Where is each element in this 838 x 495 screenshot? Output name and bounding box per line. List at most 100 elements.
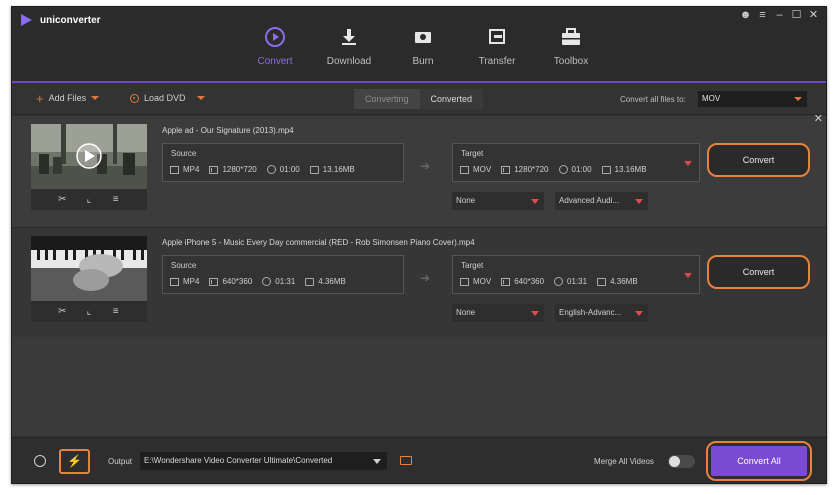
chevron-down-icon (794, 97, 802, 101)
tab-converting[interactable]: Converting (354, 89, 420, 109)
output-path-select[interactable]: E:\Wondershare Video Converter Ultimate\… (140, 452, 387, 470)
format-icon (170, 165, 179, 174)
file-list: ✂ ⌞ ≡ Apple ad - Our Signature (2013).mp… (12, 116, 826, 436)
subtitle-select[interactable]: None (452, 304, 544, 322)
burn-icon (410, 24, 436, 50)
convert-all-button[interactable]: Convert All (706, 441, 812, 481)
download-icon (336, 24, 362, 50)
arrow-right-icon: ➜ (420, 271, 431, 285)
target-title: Target (461, 149, 484, 158)
chevron-down-icon[interactable] (91, 96, 100, 100)
tab-convert[interactable]: Convert (238, 7, 312, 83)
chevron-down-icon (531, 311, 539, 316)
crop-icon[interactable]: ⌞ (82, 306, 96, 317)
folder-icon (597, 277, 607, 286)
close-icon[interactable]: ✕ (814, 112, 823, 125)
lightning-icon: ⚡ (67, 454, 82, 468)
source-title: Source (171, 149, 197, 158)
app-name: uniconverter (40, 14, 101, 26)
title-bar: uniconverter Convert Download Burn Trans… (12, 7, 826, 83)
resolution-icon (209, 277, 219, 286)
convert-button[interactable]: Convert (707, 143, 810, 177)
crop-icon[interactable]: ⌞ (82, 194, 96, 205)
tab-converted[interactable]: Converted (419, 89, 484, 109)
merge-toggle[interactable] (668, 455, 695, 468)
source-resolution: 1280*720 (222, 165, 257, 174)
merge-all-videos-label: Merge All Videos (594, 457, 654, 466)
alarm-clock-icon[interactable] (34, 455, 46, 467)
trim-icon[interactable]: ✂ (55, 194, 69, 205)
target-duration: 01:00 (571, 165, 592, 174)
user-icon[interactable]: ☻ (739, 9, 752, 22)
convert-button-label: Convert (712, 147, 805, 173)
audio-select[interactable]: Advanced Audi... (555, 192, 648, 210)
thumbnail-image[interactable] (31, 124, 147, 189)
source-format: MP4 (183, 165, 200, 174)
list-item: ✂ ⌞ ≡ Apple iPhone 5 - Music Every Day c… (12, 227, 826, 337)
high-speed-conversion-button[interactable]: ⚡ (59, 449, 90, 474)
tab-burn-label: Burn (412, 56, 434, 67)
window-controls: ☻ ≡ – ☐ ✕ (739, 9, 820, 22)
audio-value: Advanced Audi... (559, 196, 620, 205)
effects-icon[interactable]: ≡ (109, 194, 123, 205)
convert-button[interactable]: Convert (707, 255, 810, 289)
convert-all-format-select[interactable]: MOV (698, 91, 807, 107)
effects-icon[interactable]: ≡ (109, 306, 123, 317)
thumbnail-image[interactable] (31, 236, 147, 301)
chevron-down-icon (684, 161, 692, 166)
load-dvd-button[interactable]: Load DVD (130, 93, 205, 103)
minimize-icon[interactable]: – (773, 9, 786, 22)
target-format-dropdown[interactable] (676, 268, 700, 284)
subtitle-select[interactable]: None (452, 192, 544, 210)
main-nav: Convert Download Burn Transfer Toolbox (238, 7, 608, 83)
add-files-label: Add Files (48, 93, 87, 103)
chevron-down-icon (373, 459, 381, 464)
tab-toolbox[interactable]: Toolbox (534, 7, 608, 83)
source-info: Source MP4 640*360 01:31 4.36MB (162, 255, 404, 294)
video-thumbnail: ✂ ⌞ ≡ (31, 124, 147, 210)
tab-transfer[interactable]: Transfer (460, 7, 534, 83)
logo-icon (21, 14, 32, 26)
source-title: Source (171, 261, 197, 270)
target-info: Target MOV 640*360 01:31 4.36MB (452, 255, 700, 294)
close-icon[interactable]: ✕ (807, 9, 820, 22)
format-icon (460, 277, 469, 286)
open-folder-icon[interactable] (400, 456, 412, 465)
arrow-right-icon: ➜ (420, 159, 431, 173)
menu-icon[interactable]: ≡ (756, 9, 769, 22)
dvd-icon (130, 93, 139, 103)
chevron-down-icon (635, 311, 643, 316)
subtitle-value: None (456, 196, 476, 205)
resolution-icon (501, 165, 511, 174)
chevron-down-icon (531, 199, 539, 204)
source-resolution: 640*360 (222, 277, 253, 286)
file-name: Apple iPhone 5 - Music Every Day commerc… (162, 238, 475, 247)
convert-icon (262, 24, 288, 50)
status-tabs: Converting Converted (354, 89, 484, 109)
target-resolution: 640*360 (514, 277, 545, 286)
format-icon (170, 277, 179, 286)
toolbar: + Add Files Load DVD Converting Converte… (12, 85, 826, 115)
resolution-icon (209, 165, 219, 174)
load-dvd-label: Load DVD (144, 93, 186, 103)
maximize-icon[interactable]: ☐ (790, 9, 803, 22)
tab-download[interactable]: Download (312, 7, 386, 83)
folder-icon (305, 277, 315, 286)
tab-burn[interactable]: Burn (386, 7, 460, 83)
clock-icon (554, 277, 564, 286)
trim-icon[interactable]: ✂ (55, 306, 69, 317)
source-size: 13.16MB (322, 165, 355, 174)
source-duration: 01:00 (279, 165, 300, 174)
source-format: MP4 (183, 277, 200, 286)
folder-icon (309, 165, 319, 174)
target-size: 13.16MB (614, 165, 647, 174)
tab-download-label: Download (326, 56, 372, 67)
thumbnail-tools: ✂ ⌞ ≡ (31, 189, 147, 210)
chevron-down-icon[interactable] (196, 96, 205, 100)
audio-select[interactable]: English-Advanc... (555, 304, 648, 322)
thumbnail-tools: ✂ ⌞ ≡ (31, 301, 147, 322)
target-format-dropdown[interactable] (676, 156, 700, 172)
file-name: Apple ad - Our Signature (2013).mp4 (162, 126, 294, 135)
convert-all-to-label: Convert all files to: (620, 95, 686, 104)
add-files-button[interactable]: + Add Files (36, 92, 100, 105)
